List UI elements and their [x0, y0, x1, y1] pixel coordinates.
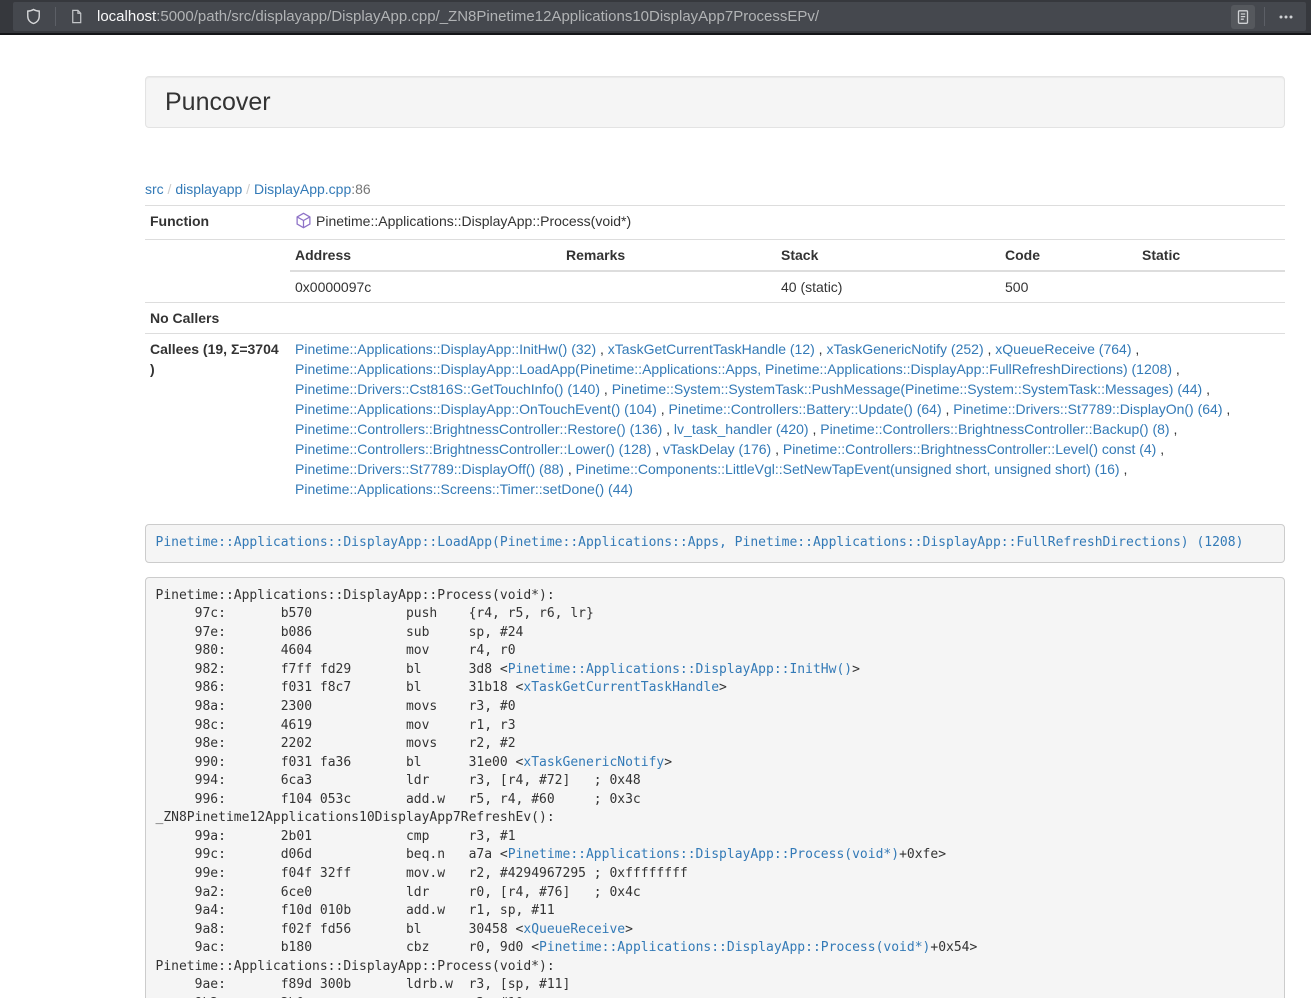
callee-link[interactable]: vTaskDelay (176)	[663, 441, 771, 457]
callee-link[interactable]: Pinetime::Applications::Screens::Timer::…	[295, 481, 633, 497]
reader-view-icon[interactable]	[1231, 5, 1255, 29]
callee-link[interactable]: xQueueReceive (764)	[995, 341, 1131, 357]
assembly-symbol-link[interactable]: xQueueReceive	[523, 922, 625, 937]
browser-window: localhost:5000/path/src/displayapp/Displ…	[0, 0, 1311, 998]
url-path: :5000/path/src/displayapp/DisplayApp.cpp…	[156, 8, 819, 25]
col-address: Address	[290, 240, 561, 271]
tracking-shield-icon[interactable]	[21, 4, 46, 29]
assembly-symbol-link[interactable]: Pinetime::Applications::DisplayApp::Proc…	[539, 940, 930, 955]
browser-url-bar[interactable]: localhost:5000/path/src/displayapp/Displ…	[13, 2, 1306, 31]
callee-link[interactable]: Pinetime::Controllers::BrightnessControl…	[295, 441, 651, 457]
metrics-cell: Address Remarks Stack Code Static 0x0000…	[290, 240, 1285, 303]
function-label: Function	[145, 206, 290, 240]
page-content: Puncover src / displayapp / DisplayApp.c…	[145, 76, 1285, 998]
breadcrumb-line-number: :86	[351, 181, 370, 197]
urlbar-divider-right	[1264, 7, 1265, 26]
function-name-cell: Pinetime::Applications::DisplayApp::Proc…	[290, 206, 1285, 240]
callee-link[interactable]: Pinetime::Controllers::BrightnessControl…	[295, 421, 662, 437]
col-stack: Stack	[776, 240, 1000, 271]
cell-address: 0x0000097c	[290, 271, 561, 302]
breadcrumb-link[interactable]: displayapp	[175, 181, 242, 197]
callees-row: Callees (19, Σ=3704 ) Pinetime::Applicat…	[145, 334, 1285, 505]
cell-static	[1137, 271, 1285, 302]
assembly-symbol-link[interactable]: Pinetime::Applications::DisplayApp::Init…	[508, 662, 852, 677]
function-row: Function Pinetime::Applications::Display…	[145, 206, 1285, 240]
callee-link[interactable]: Pinetime::Applications::DisplayApp::OnTo…	[295, 401, 657, 417]
callee-link[interactable]: Pinetime::Drivers::St7789::DisplayOff() …	[295, 461, 564, 477]
callees-list: Pinetime::Applications::DisplayApp::Init…	[290, 334, 1285, 505]
cell-stack: 40 (static)	[776, 271, 1000, 302]
callee-link[interactable]: Pinetime::Applications::DisplayApp::Load…	[295, 361, 1172, 377]
callees-label: Callees (19, Σ=3704 )	[145, 334, 290, 505]
page-title-panel: Puncover	[145, 76, 1285, 128]
callee-link[interactable]: Pinetime::Components::LittleVgl::SetNewT…	[576, 461, 1120, 477]
col-static: Static	[1137, 240, 1285, 271]
callee-link[interactable]: Pinetime::Applications::DisplayApp::Init…	[295, 341, 596, 357]
metrics-header-row: Address Remarks Stack Code Static	[290, 240, 1285, 271]
breadcrumb-separator: /	[242, 181, 254, 197]
callee-link[interactable]: xTaskGenericNotify (252)	[826, 341, 983, 357]
assembly-symbol-link[interactable]: xTaskGenericNotify	[523, 755, 664, 770]
page-title: Puncover	[165, 88, 271, 116]
cell-remarks	[561, 271, 776, 302]
loadapp-highlight-box: Pinetime::Applications::DisplayApp::Load…	[145, 524, 1285, 563]
assembly-code: Pinetime::Applications::DisplayApp::Proc…	[145, 577, 1285, 998]
browser-toolbar: localhost:5000/path/src/displayapp/Displ…	[0, 0, 1311, 35]
cell-code: 500	[1000, 271, 1137, 302]
breadcrumb-link[interactable]: DisplayApp.cpp	[254, 181, 351, 197]
metrics-row: Address Remarks Stack Code Static 0x0000…	[145, 240, 1285, 303]
urlbar-divider	[55, 7, 56, 26]
callee-link[interactable]: Pinetime::Drivers::St7789::DisplayOn() (…	[953, 401, 1222, 417]
assembly-symbol-link[interactable]: Pinetime::Applications::DisplayApp::Proc…	[508, 847, 899, 862]
loadapp-link[interactable]: Pinetime::Applications::DisplayApp::Load…	[156, 535, 1244, 550]
breadcrumb-link[interactable]: src	[145, 181, 164, 197]
col-code: Code	[1000, 240, 1137, 271]
url-text[interactable]: localhost:5000/path/src/displayapp/Displ…	[97, 8, 1231, 25]
callee-link[interactable]: Pinetime::System::SystemTask::PushMessag…	[612, 381, 1203, 397]
callee-link[interactable]: xTaskGetCurrentTaskHandle (12)	[608, 341, 815, 357]
callee-link[interactable]: Pinetime::Controllers::Battery::Update()…	[669, 401, 942, 417]
callee-link[interactable]: Pinetime::Controllers::BrightnessControl…	[783, 441, 1156, 457]
page-actions-more-icon[interactable]	[1274, 5, 1298, 29]
no-callers-label: No Callers	[145, 303, 290, 334]
breadcrumb: src / displayapp / DisplayApp.cpp:86	[145, 179, 1285, 199]
callee-link[interactable]: Pinetime::Controllers::BrightnessControl…	[820, 421, 1169, 437]
url-host: localhost	[97, 8, 156, 25]
symbol-cube-icon	[295, 212, 312, 234]
no-callers-cell	[290, 303, 1285, 334]
metrics-label-spacer	[145, 240, 290, 303]
metrics-table: Address Remarks Stack Code Static 0x0000…	[290, 240, 1285, 302]
breadcrumb-separator: /	[164, 181, 176, 197]
function-name: Pinetime::Applications::DisplayApp::Proc…	[316, 213, 631, 229]
assembly-symbol-link[interactable]: xTaskGetCurrentTaskHandle	[523, 680, 719, 695]
callee-link[interactable]: Pinetime::Drivers::Cst816S::GetTouchInfo…	[295, 381, 600, 397]
metrics-data-row: 0x0000097c 40 (static) 500	[290, 271, 1285, 302]
col-remarks: Remarks	[561, 240, 776, 271]
callee-link[interactable]: lv_task_handler (420)	[674, 421, 809, 437]
site-identity-page-icon[interactable]	[65, 5, 88, 28]
no-callers-row: No Callers	[145, 303, 1285, 334]
function-table: Function Pinetime::Applications::Display…	[145, 205, 1285, 504]
